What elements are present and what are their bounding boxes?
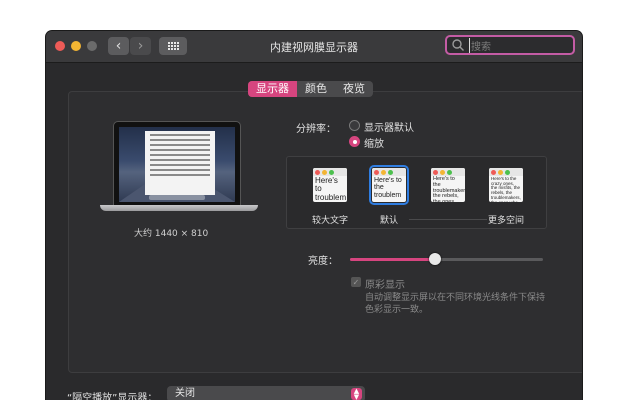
checkmark-icon: ✓: [352, 277, 360, 287]
scale-thumb-default[interactable]: Here's to the troublem: [369, 165, 409, 205]
scale-label-larger-text: 较大文字: [312, 216, 349, 226]
resolution-label: 分辨率：: [296, 124, 336, 135]
airplay-display-label: “隔空播放”显示器：: [67, 393, 158, 400]
radio-scaled[interactable]: [349, 136, 360, 147]
scale-thumb-medium[interactable]: Here's to the troublemakers, the rebels,…: [431, 168, 465, 202]
resolution-caption: 大约 1440 × 810: [134, 229, 209, 239]
tab-color[interactable]: 颜色: [297, 81, 335, 97]
search-field[interactable]: 搜索: [445, 35, 575, 55]
scale-divider: [409, 219, 487, 220]
true-tone-label: 原彩显示: [365, 280, 405, 291]
search-placeholder: 搜索: [469, 37, 491, 53]
scale-label-more-space: 更多空间: [488, 216, 525, 226]
title-bar: ‹ › 内建视网膜显示器 搜索: [46, 31, 582, 63]
tab-display[interactable]: 显示器: [248, 81, 297, 97]
scale-label-default: 默认: [380, 216, 399, 226]
brightness-label: 亮度：: [308, 256, 338, 267]
scale-preview-text: Here's to the troublemakers, the rebels,…: [433, 176, 465, 202]
scale-options: Here's to troublem Here's to the trouble…: [286, 156, 547, 229]
radio-default-for-display[interactable]: [349, 120, 360, 131]
brightness-slider[interactable]: [350, 253, 543, 265]
tab-bar: 显示器 颜色 夜览: [248, 81, 373, 97]
scale-preview-text: Here's to the crazy ones, the misfits, t…: [491, 176, 521, 202]
option-scaled[interactable]: 缩放: [364, 135, 384, 150]
scale-preview-text: Here's to the troublem: [374, 177, 402, 199]
system-preferences-window: ‹ › 内建视网膜显示器 搜索 显示器 颜色 夜览 大约 1440 × 810 …: [46, 31, 582, 400]
tab-night-shift[interactable]: 夜览: [335, 81, 373, 97]
laptop-illustration: [100, 121, 258, 213]
brightness-slider-knob[interactable]: [428, 253, 441, 265]
airplay-display-value: 关闭: [175, 388, 195, 399]
true-tone-checkbox[interactable]: ✓: [351, 277, 361, 287]
search-icon: [452, 39, 464, 51]
scale-thumb-more-space[interactable]: Here's to the crazy ones, the misfits, t…: [489, 168, 523, 202]
scale-preview-text: Here's to troublem: [315, 176, 347, 202]
scale-thumb-larger-text[interactable]: Here's to troublem: [313, 168, 347, 202]
brightness-slider-fill: [350, 258, 435, 261]
option-default-for-display[interactable]: 显示器默认: [364, 119, 414, 134]
true-tone-description: 自动调整显示屏以在不同环境光线条件下保持色彩显示一致。: [365, 293, 546, 315]
airplay-display-select[interactable]: 关闭 ▲ ▼: [167, 386, 365, 400]
chevron-up-down-icon: ▲ ▼: [351, 388, 362, 400]
